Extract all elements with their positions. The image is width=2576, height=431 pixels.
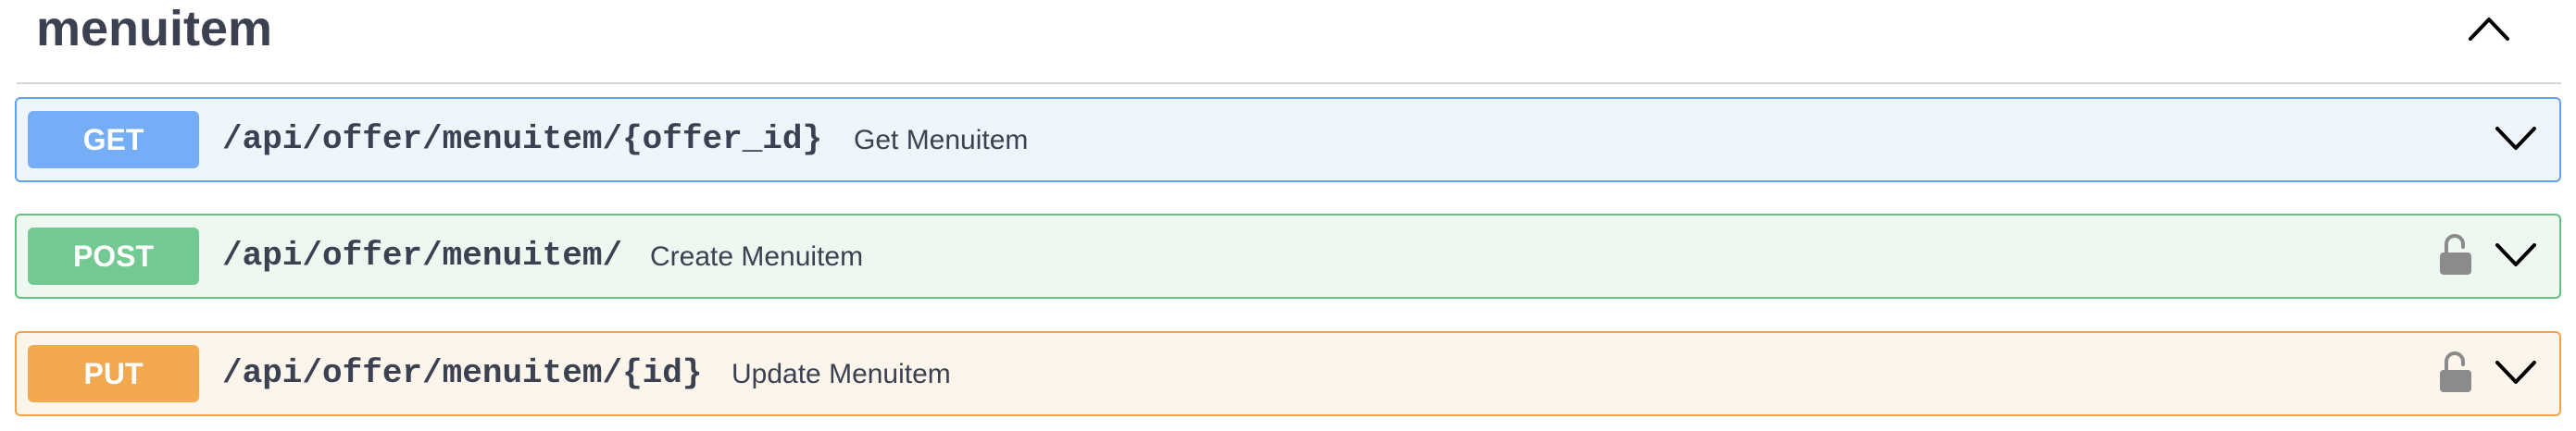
method-badge-put: PUT bbox=[28, 345, 199, 402]
section-title: menuitem bbox=[36, 1, 273, 56]
unlock-icon[interactable] bbox=[2437, 234, 2474, 277]
operation-summary: Update Menuitem bbox=[732, 359, 951, 389]
unlock-icon[interactable] bbox=[2437, 351, 2474, 394]
section-header[interactable]: menuitem bbox=[17, 0, 2561, 84]
method-badge-post: POST bbox=[28, 228, 199, 285]
method-badge-get: GET bbox=[28, 111, 199, 168]
operation-post-menuitem[interactable]: POST /api/offer/menuitem/ Create Menuite… bbox=[15, 214, 2561, 299]
operation-summary: Get Menuitem bbox=[854, 125, 1029, 155]
chevron-down-icon[interactable] bbox=[2495, 240, 2537, 271]
section-collapse-button[interactable] bbox=[2463, 7, 2515, 48]
operation-path: /api/offer/menuitem/{id} bbox=[222, 354, 703, 392]
operation-path: /api/offer/menuitem/{offer_id} bbox=[222, 120, 823, 158]
chevron-down-icon[interactable] bbox=[2495, 357, 2537, 388]
operation-summary: Create Menuitem bbox=[650, 241, 864, 272]
operation-put-menuitem[interactable]: PUT /api/offer/menuitem/{id} Update Menu… bbox=[15, 331, 2561, 416]
chevron-up-icon bbox=[2469, 18, 2509, 41]
chevron-down-icon[interactable] bbox=[2495, 123, 2537, 154]
operation-path: /api/offer/menuitem/ bbox=[222, 237, 623, 275]
operation-get-menuitem[interactable]: GET /api/offer/menuitem/{offer_id} Get M… bbox=[15, 97, 2561, 182]
